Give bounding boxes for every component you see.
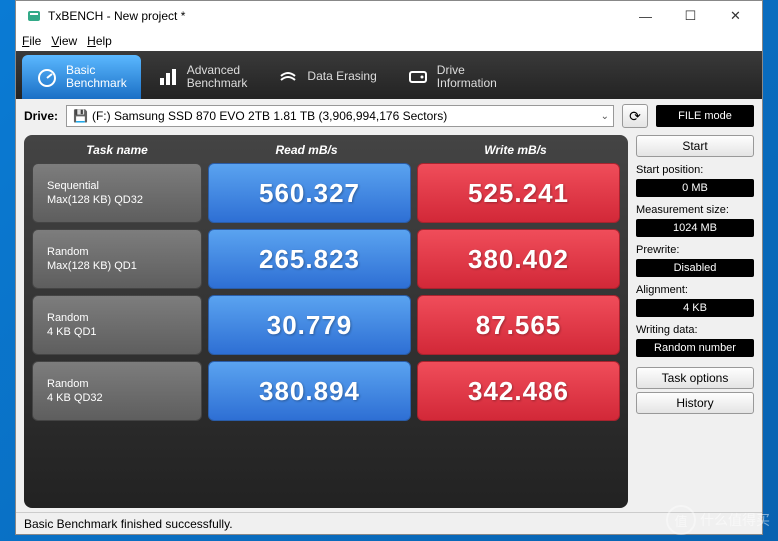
drive-select[interactable]: 💾 (F:) Samsung SSD 870 EVO 2TB 1.81 TB (… [66,105,614,127]
tab-basic-benchmark[interactable]: Basic Benchmark [22,55,141,99]
maximize-button[interactable]: ☐ [668,2,713,30]
close-button[interactable]: ✕ [713,2,758,30]
titlebar[interactable]: TxBENCH - New project * — ☐ ✕ [16,1,762,31]
file-mode-badge[interactable]: FILE mode [656,105,754,127]
gauge-icon [36,66,58,88]
benchmark-row: Random4 KB QD1 30.779 87.565 [32,295,620,355]
alignment-label: Alignment: [636,284,754,296]
read-value: 30.779 [208,295,411,355]
benchmark-row: RandomMax(128 KB) QD1 265.823 380.402 [32,229,620,289]
drive-value: (F:) Samsung SSD 870 EVO 2TB 1.81 TB (3,… [92,109,447,123]
tab-label: Basic Benchmark [66,64,127,90]
task-name: Random4 KB QD32 [32,361,202,421]
alignment-value[interactable]: 4 KB [636,299,754,317]
benchmark-header: Task name Read mB/s Write mB/s [32,143,620,157]
app-window: TxBENCH - New project * — ☐ ✕ File View … [15,0,763,535]
benchmark-row: SequentialMax(128 KB) QD32 560.327 525.2… [32,163,620,223]
start-position-label: Start position: [636,164,754,176]
disk-icon: 💾 [73,109,88,123]
tab-label: Data Erasing [307,70,376,83]
chevron-down-icon: ⌄ [601,111,609,122]
bars-icon [157,66,179,88]
write-value: 380.402 [417,229,620,289]
history-button[interactable]: History [636,392,754,414]
tab-advanced-benchmark[interactable]: Advanced Benchmark [143,55,262,99]
write-value: 87.565 [417,295,620,355]
tab-label: Drive Information [437,64,497,90]
refresh-icon: ⟳ [629,108,641,125]
main-content: Task name Read mB/s Write mB/s Sequentia… [16,133,762,512]
tab-data-erasing[interactable]: Data Erasing [263,55,390,99]
tab-drive-information[interactable]: Drive Information [393,55,511,99]
benchmark-panel: Task name Read mB/s Write mB/s Sequentia… [24,135,628,508]
menu-file[interactable]: File [22,34,41,48]
task-name: RandomMax(128 KB) QD1 [32,229,202,289]
app-icon [26,8,42,24]
writing-data-label: Writing data: [636,324,754,336]
start-position-value[interactable]: 0 MB [636,179,754,197]
start-button[interactable]: Start [636,135,754,157]
measurement-size-label: Measurement size: [636,204,754,216]
drive-label: Drive: [24,109,58,123]
prewrite-label: Prewrite: [636,244,754,256]
status-bar: Basic Benchmark finished successfully. [16,512,762,534]
task-options-button[interactable]: Task options [636,367,754,389]
refresh-button[interactable]: ⟳ [622,104,648,128]
writing-data-value[interactable]: Random number [636,339,754,357]
status-text: Basic Benchmark finished successfully. [24,517,233,531]
header-task: Task name [32,143,202,157]
read-value: 265.823 [208,229,411,289]
read-value: 380.894 [208,361,411,421]
header-write: Write mB/s [411,143,620,157]
header-read: Read mB/s [202,143,411,157]
write-value: 342.486 [417,361,620,421]
tab-label: Advanced Benchmark [187,64,248,90]
menubar: File View Help [16,31,762,51]
read-value: 560.327 [208,163,411,223]
sidebar: Start Start position: 0 MB Measurement s… [636,135,754,508]
minimize-button[interactable]: — [623,2,668,30]
benchmark-row: Random4 KB QD32 380.894 342.486 [32,361,620,421]
prewrite-value[interactable]: Disabled [636,259,754,277]
window-title: TxBENCH - New project * [48,9,623,23]
erase-icon [277,66,299,88]
write-value: 525.241 [417,163,620,223]
menu-help[interactable]: Help [87,34,112,48]
drive-icon [407,66,429,88]
task-name: SequentialMax(128 KB) QD32 [32,163,202,223]
task-name: Random4 KB QD1 [32,295,202,355]
measurement-size-value[interactable]: 1024 MB [636,219,754,237]
drive-row: Drive: 💾 (F:) Samsung SSD 870 EVO 2TB 1.… [16,99,762,133]
tabbar: Basic Benchmark Advanced Benchmark Data … [16,51,762,99]
menu-view[interactable]: View [51,34,77,48]
